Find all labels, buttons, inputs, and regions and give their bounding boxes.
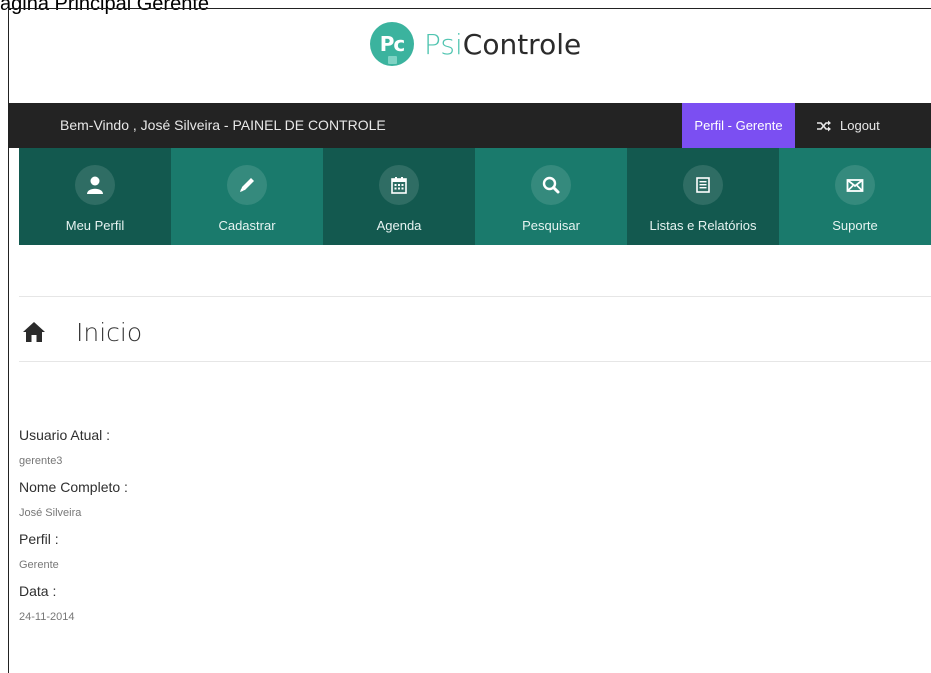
pencil-icon bbox=[227, 165, 267, 205]
logout-button[interactable]: Logout bbox=[817, 103, 880, 148]
brand-logo-link[interactable]: Pc PsiControle bbox=[370, 18, 581, 70]
user-label: Usuario Atual : bbox=[19, 427, 111, 443]
main-nav: Meu Perfil Cadastrar Agenda Pesquisar Li… bbox=[19, 148, 931, 245]
nav-label: Listas e Relatórios bbox=[649, 218, 757, 233]
logo-calendar-mark bbox=[388, 56, 397, 64]
brand-name-controle: Controle bbox=[462, 27, 582, 61]
user-info-panel: Usuario Atual : gerente3 Nome Completo :… bbox=[19, 425, 128, 633]
user-icon bbox=[75, 165, 115, 205]
perfil-button[interactable]: Perfil - Gerente bbox=[682, 103, 795, 148]
logout-label: Logout bbox=[840, 118, 880, 133]
logo-monogram: Pc bbox=[379, 32, 405, 56]
nav-suporte[interactable]: Suporte bbox=[779, 148, 931, 245]
divider-bottom bbox=[19, 361, 931, 362]
name-value: José Silveira bbox=[19, 507, 82, 519]
envelope-icon bbox=[835, 165, 875, 205]
nav-agenda[interactable]: Agenda bbox=[323, 148, 475, 245]
nav-label: Cadastrar bbox=[218, 218, 276, 233]
shuffle-icon bbox=[817, 120, 831, 131]
nav-pesquisar[interactable]: Pesquisar bbox=[475, 148, 627, 245]
user-value: gerente3 bbox=[19, 455, 63, 467]
divider-top bbox=[19, 296, 931, 297]
name-label: Nome Completo : bbox=[19, 479, 128, 495]
date-value: 24-11-2014 bbox=[19, 611, 75, 623]
nav-meu-perfil[interactable]: Meu Perfil bbox=[19, 148, 171, 245]
brand-name: PsiControle bbox=[424, 28, 581, 61]
date-label: Data : bbox=[19, 583, 57, 599]
list-icon bbox=[683, 165, 723, 205]
nav-label: Suporte bbox=[832, 218, 878, 233]
page-header: Inicio bbox=[22, 312, 142, 352]
nav-label: Agenda bbox=[376, 218, 422, 233]
perfil-value: Gerente bbox=[19, 559, 59, 571]
search-icon bbox=[531, 165, 571, 205]
nav-cadastrar[interactable]: Cadastrar bbox=[171, 148, 323, 245]
psicontrole-logo-icon: Pc bbox=[370, 22, 414, 66]
nav-label: Pesquisar bbox=[522, 218, 580, 233]
top-bar: Bem-Vindo , José Silveira - PAINEL DE CO… bbox=[9, 103, 931, 148]
nav-label: Meu Perfil bbox=[65, 218, 125, 233]
home-icon bbox=[23, 322, 45, 342]
perfil-label: Perfil : bbox=[19, 531, 59, 547]
page-title: Inicio bbox=[76, 317, 143, 347]
nav-listas-relatorios[interactable]: Listas e Relatórios bbox=[627, 148, 779, 245]
brand-name-psi: Psi bbox=[424, 27, 463, 61]
calendar-icon bbox=[379, 165, 419, 205]
frame-border-top bbox=[8, 8, 931, 9]
welcome-message: Bem-Vindo , José Silveira - PAINEL DE CO… bbox=[60, 117, 386, 133]
